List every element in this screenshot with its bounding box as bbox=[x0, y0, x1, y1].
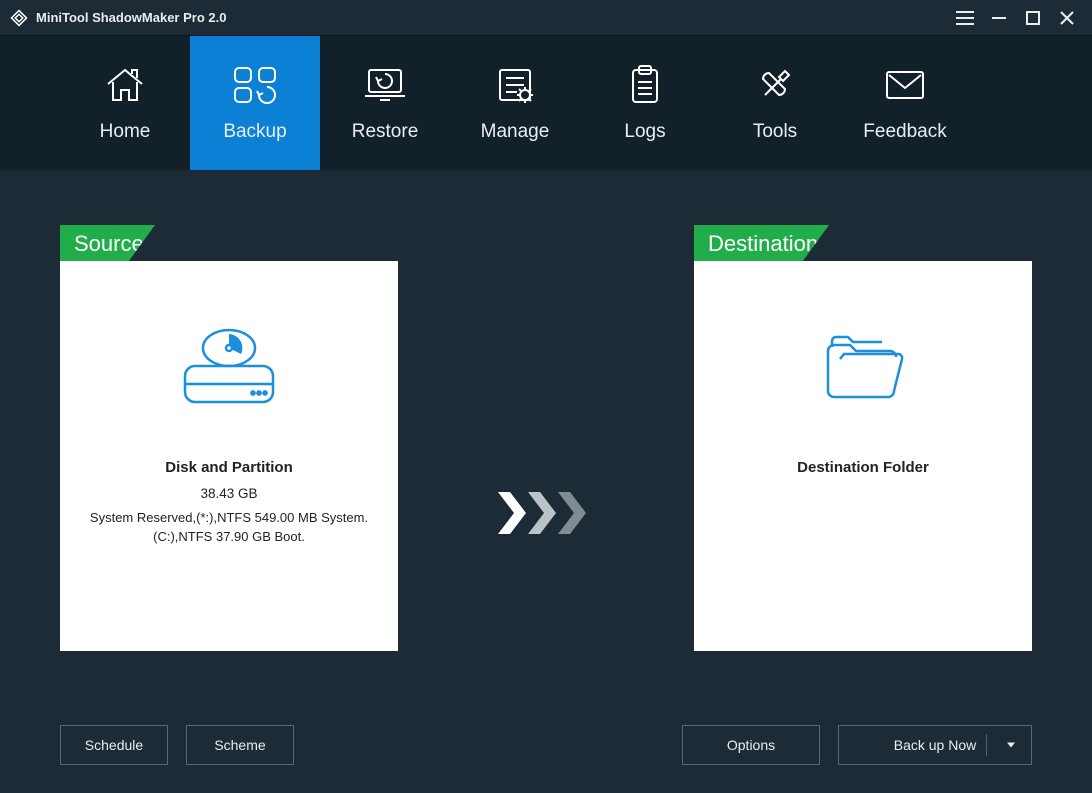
destination-card[interactable]: Destination Destination Folder bbox=[694, 225, 1032, 651]
tab-label: Tools bbox=[753, 121, 797, 143]
tab-backup[interactable]: Backup bbox=[190, 36, 320, 170]
options-button[interactable]: Options bbox=[682, 725, 820, 765]
tab-label: Manage bbox=[481, 121, 550, 143]
main-content: Source Disk and Partition 38.43 GB bbox=[0, 170, 1092, 793]
button-separator bbox=[986, 734, 987, 756]
minimize-button[interactable] bbox=[982, 0, 1016, 36]
tab-manage[interactable]: Manage bbox=[450, 36, 580, 170]
disk-icon bbox=[60, 319, 398, 419]
backup-icon bbox=[231, 63, 279, 107]
source-caption: Disk and Partition bbox=[60, 459, 398, 476]
maximize-button[interactable] bbox=[1016, 0, 1050, 36]
schedule-button-label: Schedule bbox=[85, 737, 143, 753]
arrow-icon bbox=[491, 338, 601, 538]
tab-label: Home bbox=[100, 121, 151, 143]
source-size: 38.43 GB bbox=[60, 486, 398, 501]
app-logo-icon bbox=[10, 9, 28, 27]
backup-now-button[interactable]: Back up Now bbox=[838, 725, 1032, 765]
tab-restore[interactable]: Restore bbox=[320, 36, 450, 170]
chevron-down-icon[interactable] bbox=[1007, 743, 1015, 748]
logs-icon bbox=[621, 63, 669, 107]
backup-now-button-label: Back up Now bbox=[894, 737, 976, 753]
source-card[interactable]: Source Disk and Partition 38.43 GB bbox=[60, 225, 398, 651]
feedback-icon bbox=[881, 63, 929, 107]
destination-caption: Destination Folder bbox=[694, 459, 1032, 476]
home-icon bbox=[101, 63, 149, 107]
schedule-button[interactable]: Schedule bbox=[60, 725, 168, 765]
options-button-label: Options bbox=[727, 737, 775, 753]
source-tab-header: Source bbox=[60, 225, 398, 263]
main-navbar: Home Backup Restore Manage bbox=[0, 36, 1092, 170]
tab-label: Restore bbox=[352, 121, 419, 143]
tab-label: Logs bbox=[624, 121, 665, 143]
manage-icon bbox=[491, 63, 539, 107]
scheme-button[interactable]: Scheme bbox=[186, 725, 294, 765]
title-bar: MiniTool ShadowMaker Pro 2.0 bbox=[0, 0, 1092, 36]
scheme-button-label: Scheme bbox=[214, 737, 265, 753]
tab-tools[interactable]: Tools bbox=[710, 36, 840, 170]
tab-logs[interactable]: Logs bbox=[580, 36, 710, 170]
close-button[interactable] bbox=[1050, 0, 1084, 36]
source-details: System Reserved,(*:),NTFS 549.00 MB Syst… bbox=[60, 509, 398, 547]
menu-button[interactable] bbox=[948, 0, 982, 36]
folder-icon bbox=[694, 319, 1032, 419]
app-title: MiniTool ShadowMaker Pro 2.0 bbox=[36, 10, 226, 25]
footer-bar: Schedule Scheme Options Back up Now bbox=[0, 725, 1092, 765]
destination-tab-header: Destination bbox=[694, 225, 1032, 263]
tab-label: Backup bbox=[223, 121, 286, 143]
tab-feedback[interactable]: Feedback bbox=[840, 36, 970, 170]
tools-icon bbox=[751, 63, 799, 107]
destination-tab-label: Destination bbox=[708, 231, 818, 257]
tab-label: Feedback bbox=[863, 121, 946, 143]
tab-home[interactable]: Home bbox=[60, 36, 190, 170]
restore-icon bbox=[361, 63, 409, 107]
